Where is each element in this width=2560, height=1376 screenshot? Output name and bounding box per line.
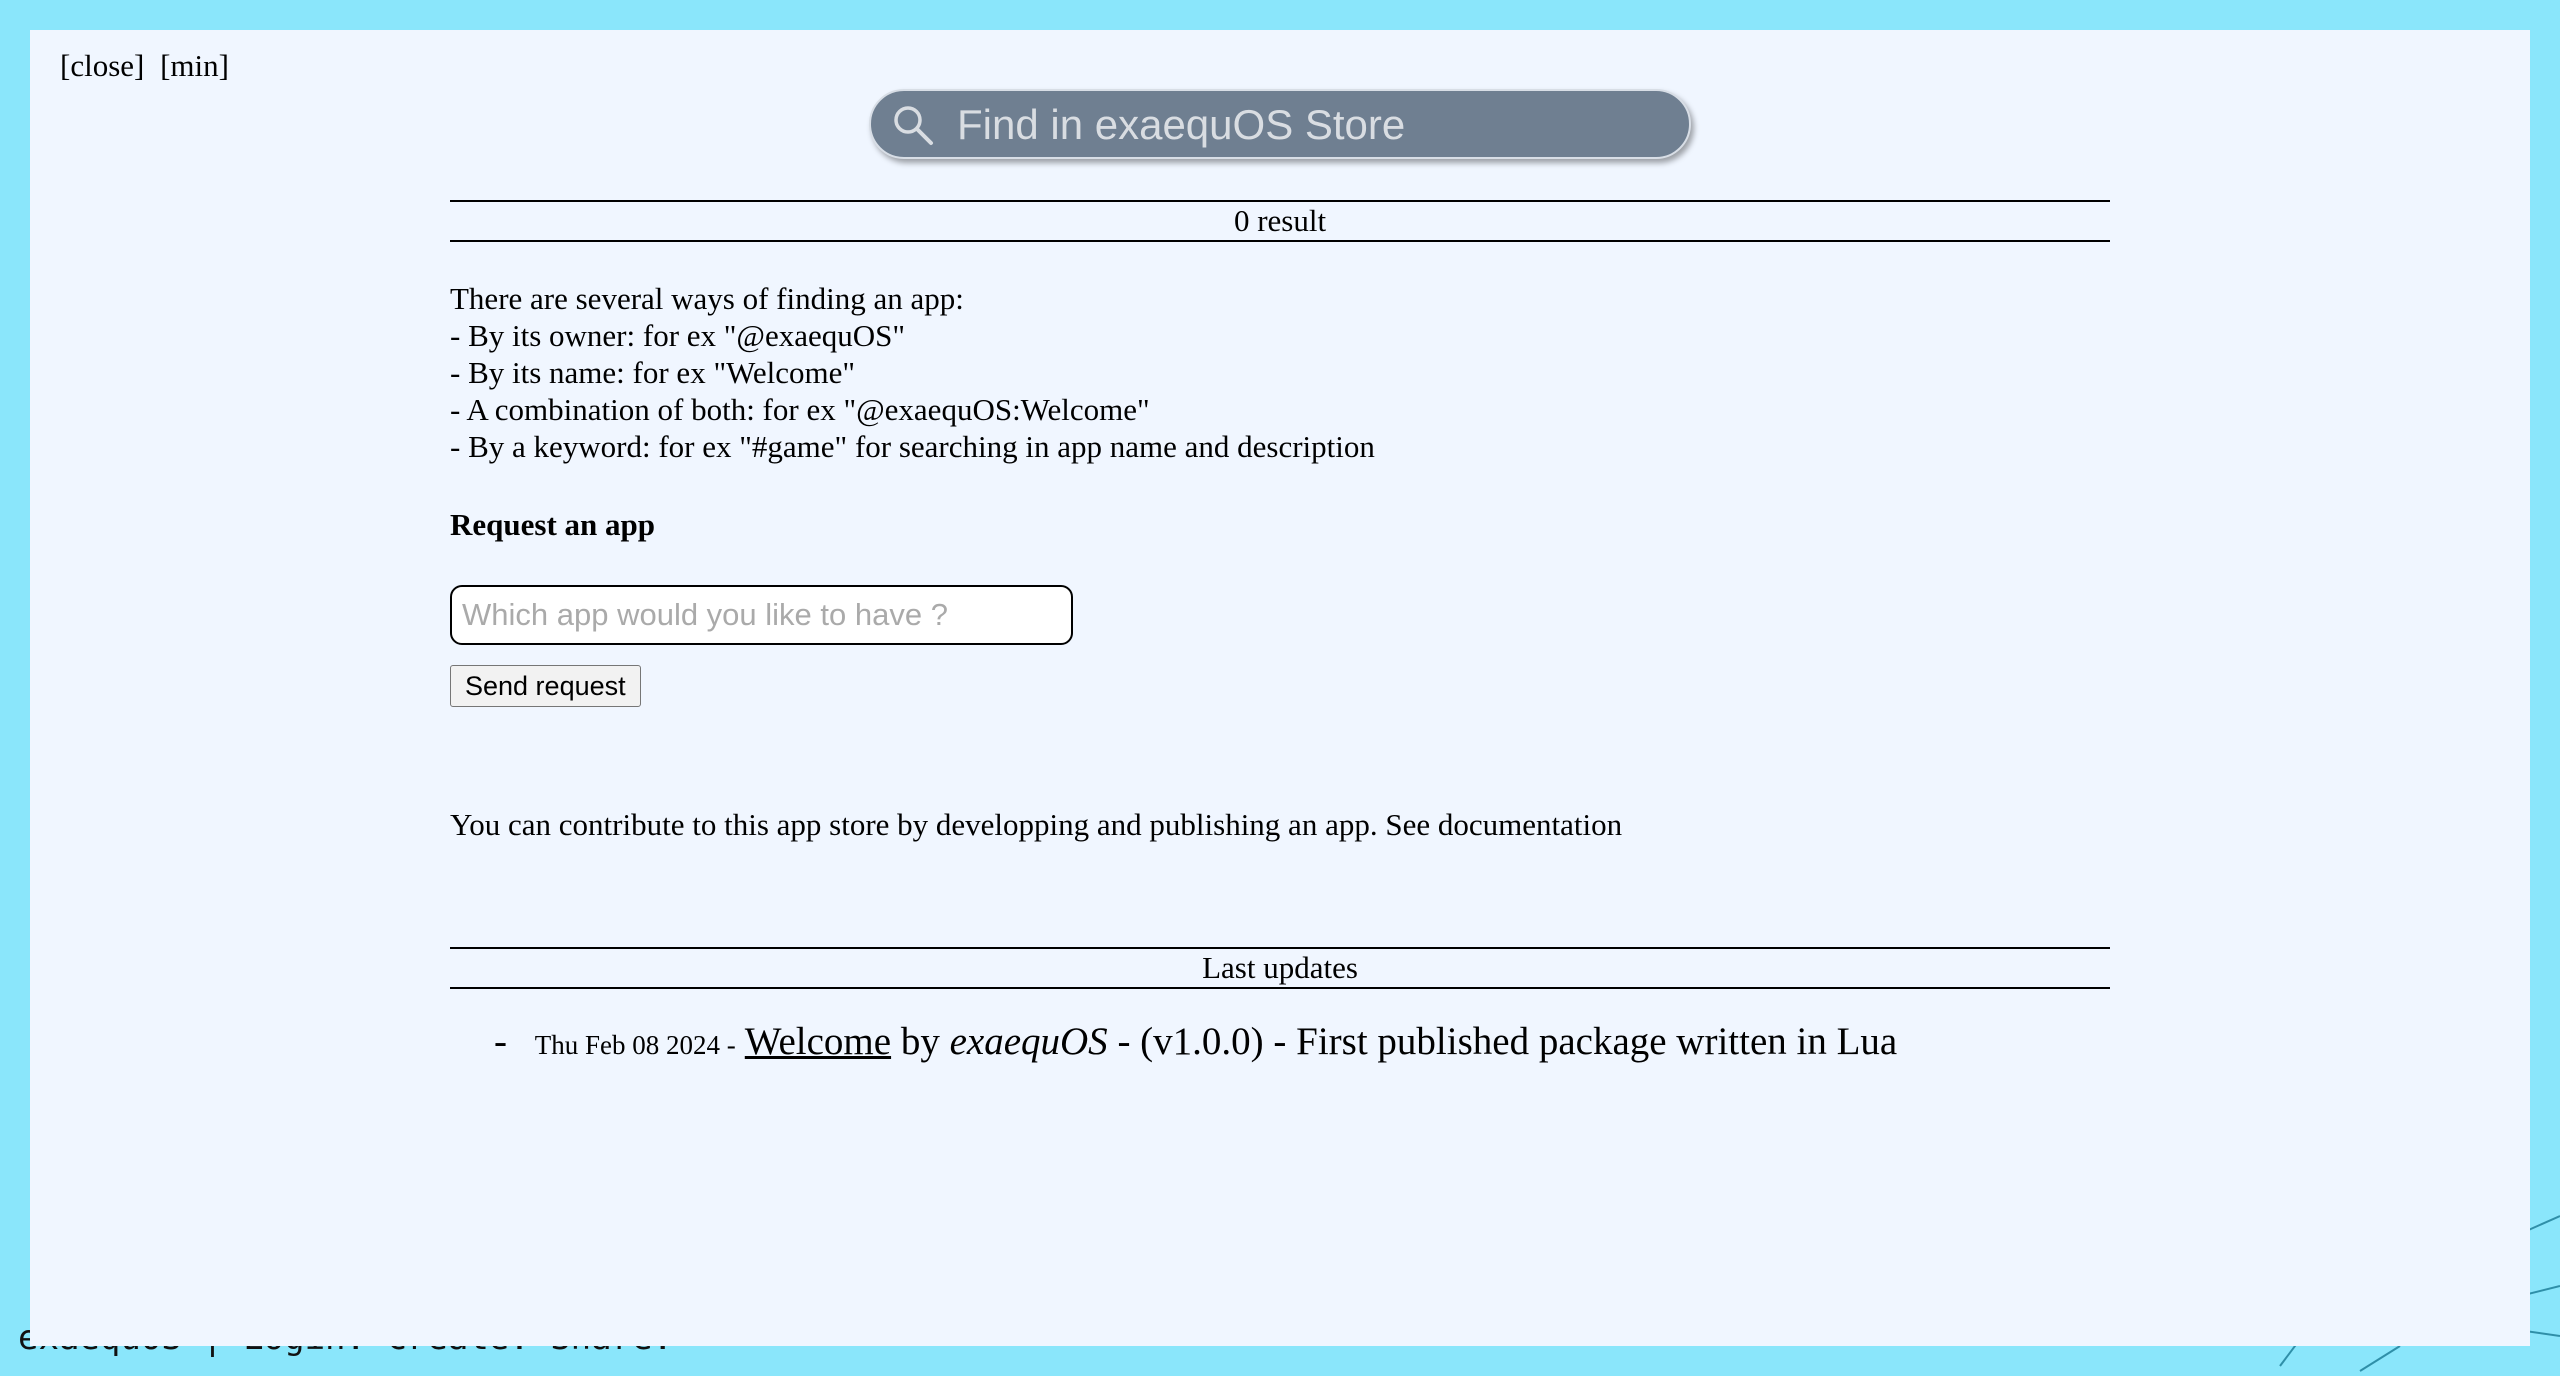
window-controls: [close] [min] — [60, 48, 237, 84]
result-count: 0 result — [450, 200, 2110, 242]
last-updates-heading: Last updates — [450, 947, 2110, 989]
updates-list: - Thu Feb 08 2024 - Welcome by exaequOS … — [450, 1019, 2110, 1064]
search-help: There are several ways of finding an app… — [450, 280, 2110, 465]
search-icon — [894, 106, 933, 145]
update-item: - Thu Feb 08 2024 - Welcome by exaequOS … — [494, 1019, 2110, 1064]
help-line: There are several ways of finding an app… — [450, 281, 964, 316]
update-app-link[interactable]: Welcome — [745, 1020, 891, 1063]
help-line: - By its name: for ex "Welcome" — [450, 355, 856, 390]
help-line: - By a keyword: for ex "#game" for searc… — [450, 429, 1375, 464]
update-dash: - — [494, 1020, 507, 1063]
store-search-input[interactable] — [955, 91, 1679, 159]
update-by: by — [900, 1020, 940, 1063]
help-line: - A combination of both: for ex "@exaequ… — [450, 392, 1150, 427]
help-line: - By its owner: for ex "@exaequOS" — [450, 318, 906, 353]
store-window: [close] [min] 0 result There are several… — [30, 30, 2530, 1346]
update-owner: exaequOS — [949, 1020, 1108, 1063]
update-details: - (v1.0.0) - First published package wri… — [1117, 1020, 1898, 1063]
update-date: Thu Feb 08 2024 - — [534, 1030, 736, 1060]
minimize-button[interactable]: [min] — [160, 48, 229, 83]
request-app-heading: Request an app — [450, 507, 655, 542]
store-content: 0 result There are several ways of findi… — [450, 200, 2110, 1064]
send-request-button[interactable]: Send request — [450, 665, 641, 707]
request-app-input[interactable] — [450, 585, 1073, 645]
store-search-bar[interactable] — [869, 89, 1691, 159]
close-button[interactable]: [close] — [60, 48, 144, 83]
contribute-text: You can contribute to this app store by … — [450, 807, 1623, 842]
